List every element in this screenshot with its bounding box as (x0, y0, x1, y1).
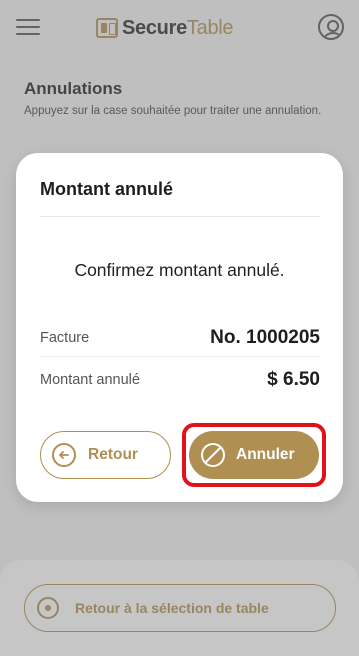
dialog-message: Confirmez montant annulé. (74, 260, 285, 280)
amount-label: Montant annulé (40, 372, 140, 388)
screen: Secure Table Annulations Appuyez sur la c… (0, 0, 359, 656)
arrow-left-circle-icon (52, 443, 76, 467)
invoice-label: Facture (40, 329, 90, 346)
return-button[interactable]: Retour (40, 431, 171, 479)
amount-row: Montant annulé $ 6.50 (40, 361, 320, 399)
invoice-value: No. 1000205 (210, 326, 320, 348)
prohibited-circle-icon (200, 442, 226, 468)
dialog-title: Montant annulé (40, 179, 173, 199)
divider (40, 216, 320, 217)
cancel-button[interactable]: Annuler (189, 431, 319, 479)
amount-value: $ 6.50 (267, 369, 320, 390)
invoice-row: Facture No. 1000205 (40, 319, 320, 357)
confirm-cancel-dialog: Montant annulé Confirmez montant annulé.… (16, 153, 343, 502)
return-button-label: Retour (88, 446, 138, 463)
cancel-button-label: Annuler (236, 446, 295, 463)
